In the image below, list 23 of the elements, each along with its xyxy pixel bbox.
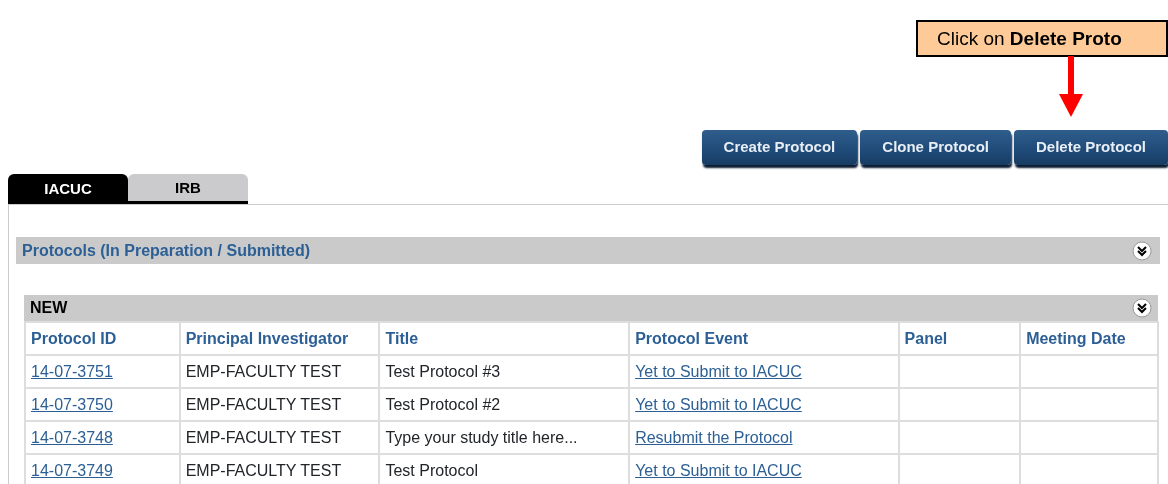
column-header: Meeting Date [1020, 322, 1158, 355]
toolbar-button[interactable]: Create Protocol [701, 130, 858, 165]
column-header: Protocol Event [629, 322, 899, 355]
callout-note: Click on Delete Proto [916, 20, 1168, 57]
table-cell: Test Protocol #3 [379, 355, 630, 388]
group-title: NEW [30, 298, 68, 318]
tab[interactable]: IRB [128, 174, 248, 204]
toolbar-button[interactable]: Delete Protocol [1013, 130, 1168, 165]
column-header: Title [379, 322, 630, 355]
table-cell: EMP-FACULTY TEST [179, 388, 380, 421]
table-cell: EMP-FACULTY TEST [179, 421, 380, 454]
column-header: Panel [898, 322, 1021, 355]
arrow [1059, 56, 1083, 117]
table-cell: Type your study title here... [379, 421, 630, 454]
table-cell: EMP-FACULTY TEST [179, 355, 380, 388]
collapse-icon[interactable] [1132, 240, 1152, 261]
collapse-icon[interactable] [1132, 298, 1152, 318]
column-header: Protocol ID [25, 322, 180, 355]
section-title: Protocols (In Preparation / Submitted) [22, 240, 311, 261]
column-header: Principal Investigator [179, 322, 380, 355]
table-cell: Test Protocol #2 [379, 388, 630, 421]
tab[interactable]: IACUC [8, 174, 128, 204]
toolbar-button[interactable]: Clone Protocol [860, 130, 1011, 165]
